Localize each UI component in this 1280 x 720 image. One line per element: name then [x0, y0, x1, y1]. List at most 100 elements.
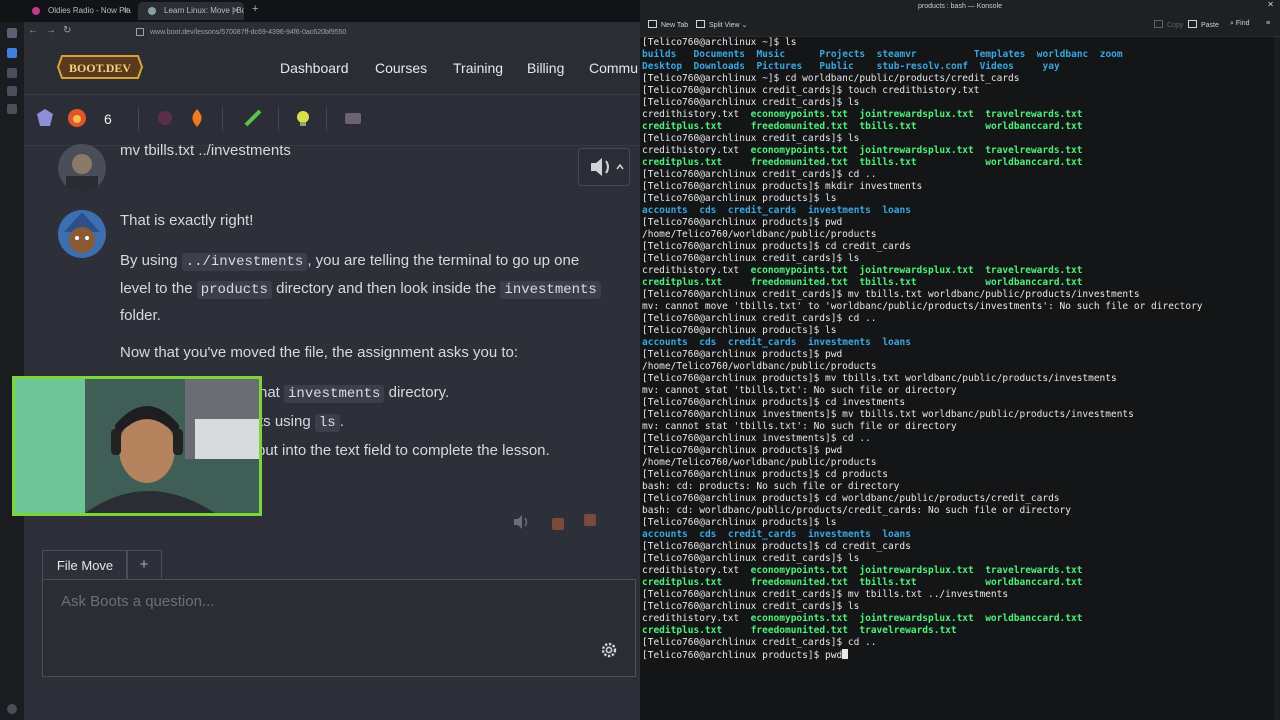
text: directory.	[384, 384, 450, 401]
terminal-text: [Telico760@archlinux products]$ cd world…	[642, 493, 1060, 504]
thumbs-up-icon[interactable]	[552, 518, 564, 530]
thumbs-down-icon[interactable]	[584, 514, 596, 526]
streak-flame-icon[interactable]	[66, 107, 88, 129]
label: Paste	[1201, 22, 1219, 29]
new-tab-icon[interactable]: +	[252, 3, 258, 15]
terminal-line: [Telico760@archlinux products]$ cd credi…	[642, 541, 1272, 553]
lightbulb-icon[interactable]	[292, 107, 314, 129]
split-view-button[interactable]: Split View ⌄	[696, 20, 747, 29]
reload-icon[interactable]: ↻	[63, 25, 71, 36]
terminal-dir-name: Documents	[693, 49, 745, 60]
terminal-dir-name: accounts	[642, 205, 688, 216]
divider	[138, 107, 139, 131]
terminal-line: [Telico760@archlinux credit_cards]$ cd .…	[642, 169, 1272, 181]
add-tab-button[interactable]: +	[126, 550, 162, 580]
terminal-dir-name: Videos	[979, 61, 1014, 72]
streak-count: 6	[104, 111, 112, 127]
terminal-output[interactable]: [Telico760@archlinux ~]$ ls builds Docume…	[642, 37, 1272, 661]
terminal-cursor	[842, 649, 849, 659]
rank-badge-icon[interactable]	[34, 107, 56, 129]
nav-dashboard[interactable]: Dashboard	[280, 60, 349, 76]
fire-gem-icon[interactable]	[186, 107, 208, 129]
find-button[interactable]: ⌕ Find	[1230, 20, 1250, 28]
tab-file-move[interactable]: File Move	[42, 550, 128, 580]
terminal-dir-name: investments	[807, 529, 871, 540]
terminal-text: [Telico760@archlinux products]$ ls	[642, 517, 837, 528]
hamburger-menu-icon[interactable]: ≡	[1266, 20, 1270, 27]
nav-courses[interactable]: Courses	[375, 60, 427, 76]
sidebar-bookmarks-icon[interactable]	[7, 104, 17, 114]
terminal-dir-name: builds	[642, 49, 677, 60]
terminal-text: /home/Telico760/worldbanc/public/product…	[642, 229, 877, 240]
bootdev-logo[interactable]: BOOT.DEV	[56, 50, 144, 84]
sidebar-toggle-icon[interactable]	[7, 28, 17, 38]
tab-learn-linux[interactable]: Learn Linux: Move | Boot. ✕	[138, 2, 244, 20]
ask-boots-input[interactable]	[59, 590, 543, 612]
copy-button[interactable]: Copy	[1154, 20, 1183, 29]
sidebar-settings-icon[interactable]	[7, 704, 17, 714]
terminal-scrollbar[interactable]	[1274, 37, 1280, 720]
new-tab-button[interactable]: New Tab	[648, 20, 688, 29]
label: New Tab	[661, 22, 689, 29]
terminal-text: credithistory.txt	[642, 145, 751, 156]
bot-paragraph-3: Now that you've moved the file, the assi…	[120, 344, 519, 361]
sidebar-ai-icon[interactable]	[7, 48, 17, 58]
terminal-line: [Telico760@archlinux ~]$ ls	[642, 37, 1272, 49]
sidebar-history-icon[interactable]	[7, 86, 17, 96]
terminal-dir-name: worldbanc	[1036, 49, 1089, 60]
terminal-file-name: worldbanccard.txt	[985, 613, 1083, 624]
bot-list-item-2: ts using ls.	[259, 409, 344, 437]
split-view-icon	[696, 20, 705, 28]
divider	[278, 107, 279, 131]
lock-icon	[136, 28, 144, 37]
webcam-overlay	[12, 376, 262, 516]
speaker-icon[interactable]	[514, 515, 528, 529]
terminal-text: [Telico760@archlinux investments]$ mv tb…	[642, 409, 1134, 420]
terminal-file-name: economypoints.txt	[750, 565, 848, 576]
terminal-file-name: travelrewards.txt	[985, 565, 1083, 576]
terminal-line: [Telico760@archlinux credit_cards]$ ls	[642, 133, 1272, 145]
nav-billing[interactable]: Billing	[527, 60, 564, 76]
sound-toggle-button[interactable]	[578, 148, 630, 186]
boots-avatar	[58, 210, 106, 258]
terminal-file-name: economypoints.txt	[750, 613, 848, 624]
close-tab-icon[interactable]: ✕	[232, 2, 239, 20]
nav-training[interactable]: Training	[453, 60, 503, 76]
sidebar-wallet-icon[interactable]	[7, 68, 17, 78]
inline-code: investments	[284, 385, 385, 403]
nav-community[interactable]: Commu	[589, 60, 638, 76]
paste-button[interactable]: Paste	[1188, 20, 1219, 29]
terminal-file-name: worldbanccard.txt	[985, 277, 1083, 288]
tab-oldies-radio[interactable]: Oldies Radio - Now Pla ✕	[22, 2, 134, 20]
address-bar[interactable]: www.boot.dev/lessons/570087ff-dc69-4396-…	[136, 26, 636, 39]
green-potion-icon[interactable]	[242, 107, 264, 129]
chest-icon[interactable]	[342, 107, 364, 129]
radio-favicon-icon	[32, 7, 40, 15]
forward-icon[interactable]: →	[46, 25, 56, 36]
window-close-icon[interactable]: ✕	[1267, 0, 1274, 9]
bot-paragraph-2: By using ../investments, you are telling…	[120, 248, 610, 329]
terminal-line: accounts cds credit_cards investments lo…	[642, 337, 1272, 349]
close-tab-icon[interactable]: ✕	[122, 2, 129, 20]
dark-orb-icon[interactable]	[154, 107, 176, 129]
terminal-line: [Telico760@archlinux products]$ pwd	[642, 649, 1272, 661]
back-icon[interactable]: ←	[28, 25, 38, 36]
terminal-file-name: travelrewards.txt	[985, 109, 1083, 120]
gear-icon[interactable]	[599, 640, 619, 660]
terminal-text: [Telico760@archlinux products]$ cd credi…	[642, 541, 911, 552]
message-actions	[512, 512, 612, 532]
terminal-file-name: freedomunited.txt	[750, 277, 848, 288]
